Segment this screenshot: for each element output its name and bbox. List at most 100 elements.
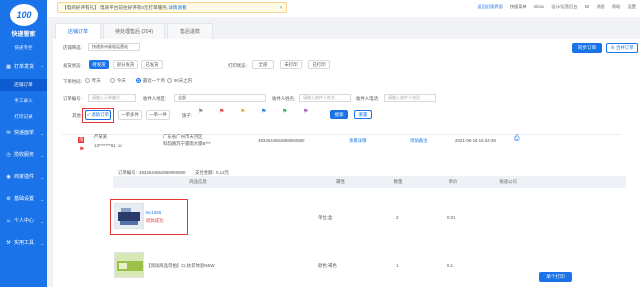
old-version-link[interactable]: 返回旧版界面 (478, 4, 503, 9)
close-icon[interactable]: ✕ (279, 3, 283, 12)
settings-link[interactable]: 设置 (628, 4, 636, 9)
product-price: 0.01 (447, 215, 456, 220)
reset-button[interactable]: 重置 (354, 110, 372, 119)
receiver-region-select[interactable]: 全部 (174, 94, 266, 102)
chevron-down-icon: ⌄ (40, 241, 44, 246)
tab-shop-orders[interactable]: 店铺订单 (55, 23, 101, 39)
flag-gray-icon[interactable]: ⚑ (198, 108, 203, 115)
sidebar-group-print-ship[interactable]: ▦ 打单发货 ⌃ (0, 61, 47, 74)
receiver-phone-label: 收件人电话: (356, 96, 380, 101)
product-attribute: 单位:盒 (318, 215, 333, 220)
merge-orders-button[interactable]: ⊕ 合并订单 (606, 43, 638, 53)
send-status-pending[interactable]: 待发货 (89, 60, 109, 69)
receiver-name-input[interactable]: 请输入收件人姓名 (299, 94, 351, 102)
product-name[interactable]: lvc1366 (146, 210, 161, 215)
plugin-icon: ◉ (6, 174, 11, 180)
tab-refunds[interactable]: 售后退款 (167, 23, 213, 39)
order-time: 2021-06-18 16:34:48 (455, 138, 496, 143)
order-number-input[interactable]: 请输入订单编号 (88, 94, 136, 102)
quick-menu-link[interactable]: 快捷菜单 (510, 4, 527, 9)
top-bar: 【电商好评有礼】 电商平台前往好评有0元打单服务,详情请看 ✕ 返回旧版界面 快… (47, 0, 640, 17)
tab-bar: 店铺订单 待处理售后 (204) 售后退款 (47, 17, 640, 39)
refund-order-checkbox[interactable]: ✓ 退款订单 (85, 110, 111, 120)
print-status-all[interactable]: 全部 (252, 60, 274, 69)
flag-orange-icon[interactable]: ⚑ (240, 108, 245, 115)
receiver-phone: 13*******61 ☏ (94, 143, 123, 148)
search-button[interactable]: 搜索 (330, 110, 348, 119)
product-name[interactable]: 【测试商品勿拍】CL扶贫体验NEW (146, 263, 215, 269)
col-quantity: 数量 (393, 179, 403, 184)
clock-icon: ◷ (6, 152, 11, 158)
view-detail-link[interactable]: 查看详情 (349, 138, 367, 144)
table-header: 商品信息 属性 数量 单价 快递公司 (113, 176, 626, 188)
app-logo: 100 (10, 4, 38, 26)
address-line-2: 科韵路苏宁雷雨大厦B*** (163, 141, 211, 146)
multi-item-filter[interactable]: 一单多件 (118, 110, 142, 120)
gear-icon: ⚙ (6, 196, 11, 202)
admin-link[interactable]: 设计/运营后台 (551, 4, 577, 9)
platform-tag: 淘 (78, 137, 85, 143)
col-product: 商品信息 (189, 179, 207, 184)
print-icon: ▦ (6, 64, 11, 70)
receiver-phone-input[interactable]: 请输入收件人电话 (384, 94, 436, 102)
sidebar-group-tools[interactable]: ⚒ 实用工具 ⌄ (0, 237, 47, 250)
flag-green-icon[interactable]: ⚑ (282, 108, 287, 115)
sidebar-item-print-records[interactable]: 打印记录 (0, 111, 47, 123)
order-number-short: 4832544652869050580 (258, 138, 305, 143)
flag-blue-icon[interactable]: ⚑ (261, 108, 266, 115)
order-time-label: 下单时间: (63, 79, 82, 84)
order-flag-icon[interactable]: ⚑ (79, 146, 84, 153)
chevron-up-icon: ⌃ (40, 65, 44, 70)
send-status-partial[interactable]: 部分发货 (113, 60, 138, 69)
product-thumbnail-icon (118, 208, 140, 225)
notice-banner: 【电商好评有礼】 电商平台前往好评有0元打单服务,详情请看 ✕ (57, 2, 287, 13)
sidebar-group-pickup[interactable]: ◷ 揽收服务 ⌄ (0, 149, 47, 162)
sidebar: 100 快递管家 快递专栏 ▦ 打单发货 ⌃ 店铺订单 手工录入 打印记录 ✉ 快递… (0, 0, 47, 287)
receiver-name: 严某某 (94, 134, 108, 139)
flag-red-icon[interactable]: ⚑ (219, 108, 224, 115)
sidebar-item-manual-entry[interactable]: 手工录入 (0, 95, 47, 107)
print-status-unprinted[interactable]: 未打印 (280, 60, 302, 69)
time-yesterday-radio[interactable]: 昨天 (85, 78, 101, 84)
single-item-filter[interactable]: 一单一件 (146, 110, 170, 120)
product-thumbnail-icon (117, 261, 143, 271)
product-quantity: 1 (396, 263, 399, 268)
single-print-button[interactable]: 单个打印 (539, 272, 572, 282)
product-image (114, 252, 144, 278)
flag-label: 旗子: (182, 113, 193, 118)
time-today-radio[interactable]: 今天 (110, 78, 126, 84)
sync-orders-button[interactable]: 同步订单 (572, 43, 602, 53)
inbox-link[interactable]: Inbox (534, 4, 544, 9)
address-line-1: 广东省广州市天河区 (163, 134, 203, 139)
time-90-days-radio[interactable]: 90天之内 (167, 78, 192, 84)
chevron-down-icon: ⌄ (40, 153, 44, 158)
product-attribute: 颜色:褐色 (318, 263, 337, 268)
print-status-label: 打印状态: (228, 63, 247, 68)
printer-icon[interactable]: ⎙ (514, 135, 520, 143)
sidebar-item-express-column[interactable]: 快递专栏 (0, 42, 47, 54)
flag-purple-icon[interactable]: ⚑ (303, 108, 308, 115)
print-status-printed[interactable]: 已打印 (308, 60, 330, 69)
message-badge: 50 (584, 4, 590, 9)
chevron-down-icon: ⌄ (40, 197, 44, 202)
message-link[interactable]: 消息 (596, 4, 604, 9)
sidebar-group-profile[interactable]: ☺ 个人中心 ⌄ (0, 215, 47, 228)
brand-name: 快递管家 (11, 32, 36, 38)
send-status-shipped[interactable]: 已发货 (141, 60, 163, 69)
tools-icon: ⚒ (6, 240, 11, 246)
other-label: 其他: (72, 113, 83, 118)
help-link[interactable]: 帮助 (612, 4, 620, 9)
chevron-down-icon: ⌄ (40, 219, 44, 224)
sidebar-item-shop-orders[interactable]: 店铺订单 (0, 79, 47, 91)
receiver-region-label: 收件人地区: (143, 96, 167, 101)
shop-filter-select[interactable]: 快递苏州省轻运营站 (88, 43, 140, 51)
sidebar-group-plugins[interactable]: ◉ 商家插件 ⌄ (0, 171, 47, 184)
main-panel (53, 39, 640, 287)
sidebar-group-settings[interactable]: ⚙ 基础设置 ⌄ (0, 193, 47, 206)
time-last-month-radio[interactable]: 最近一个月 (136, 78, 165, 84)
notice-detail-link[interactable]: 详情请看 (168, 5, 186, 10)
add-remark-link[interactable]: 添加备注 (410, 138, 428, 144)
mail-icon: ✉ (6, 130, 11, 136)
tab-pending-aftersale[interactable]: 待处理售后 (204) (103, 23, 165, 39)
sidebar-group-waybill[interactable]: ✉ 快递面单 ⌄ (0, 127, 47, 140)
